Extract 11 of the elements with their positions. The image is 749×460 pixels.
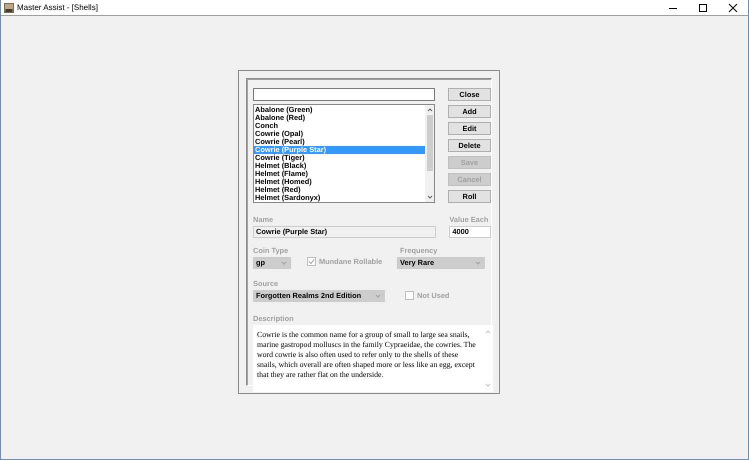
checkbox[interactable]: [405, 291, 414, 300]
window-title: Master Assist - [Shells]: [17, 3, 99, 12]
checkbox[interactable]: [307, 257, 316, 266]
maximize-icon[interactable]: [698, 2, 708, 12]
scroll-thumb[interactable]: [426, 115, 432, 171]
search-field[interactable]: [253, 88, 435, 101]
scroll-up-icon[interactable]: [426, 107, 432, 113]
scroll-down-icon[interactable]: [426, 194, 432, 200]
close-icon[interactable]: [728, 2, 738, 12]
app-icon: [4, 2, 14, 12]
scrollbar[interactable]: [425, 105, 434, 202]
